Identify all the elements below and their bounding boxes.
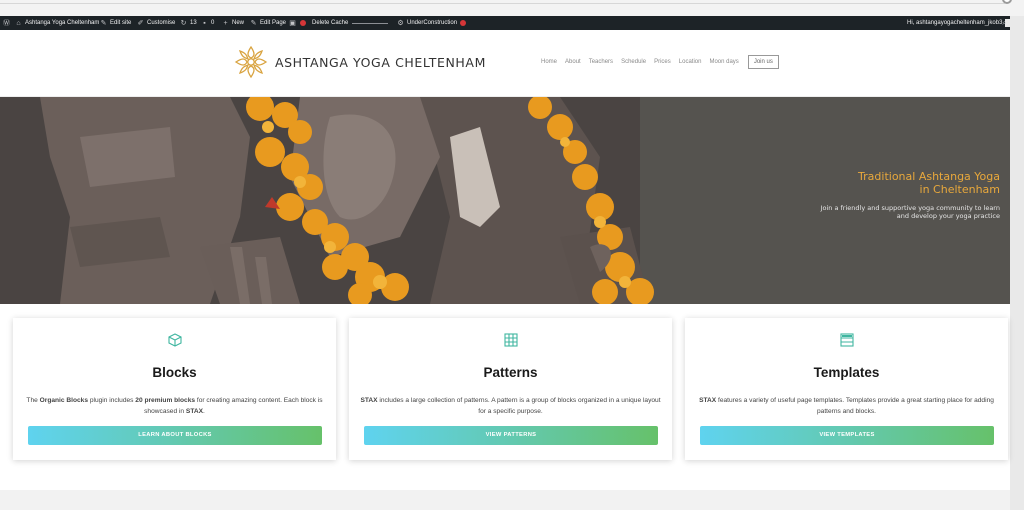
hero-title-line-1: Traditional Ashtanga Yoga: [858, 170, 1000, 183]
comments-count: 0: [211, 20, 215, 26]
hero-subtitle-line-2: and develop your yoga practice: [896, 212, 1000, 220]
hero-title-line-2: in Cheltenham: [919, 182, 1000, 196]
browser-top-strip: [0, 0, 1024, 16]
delete-cache-link[interactable]: Delete Cache: [312, 16, 348, 30]
construction-status-dot: [460, 20, 467, 26]
plus-icon: +: [223, 19, 228, 27]
admin-search-input[interactable]: [352, 22, 388, 24]
strip-divider: [0, 3, 1005, 4]
template-icon: [839, 333, 854, 347]
customise-link[interactable]: ✐ Customise: [137, 16, 176, 30]
grid-pattern-icon: [503, 333, 518, 347]
under-construction-link[interactable]: ⚙ UnderConstruction: [397, 16, 467, 30]
updates-link[interactable]: ↻ 13: [180, 16, 197, 30]
card-title: Patterns: [483, 365, 538, 380]
ganesha-statue-image: [0, 97, 1010, 304]
feature-cards-section: Blocks The Organic Blocks plugin include…: [0, 304, 1010, 490]
card-templates: Templates STAX features a variety of use…: [685, 318, 1008, 460]
hero-subtitle: Join a friendly and supportive yoga comm…: [760, 204, 1000, 220]
delete-cache-label: Delete Cache: [312, 20, 349, 26]
view-templates-button[interactable]: VIEW TEMPLATES: [700, 426, 994, 445]
account-menu[interactable]: Hi, ashtangayogacheltenham_jkob3: [907, 16, 1014, 30]
next-section-band: [0, 490, 1010, 510]
new-label: New: [232, 20, 245, 26]
refresh-icon: ↻: [180, 19, 187, 27]
cache-status: [300, 16, 306, 30]
wordpress-icon: Ⓦ: [3, 19, 10, 27]
card-patterns: Patterns STAX includes a large collectio…: [349, 318, 672, 460]
card-title: Templates: [813, 365, 880, 380]
admin-search-field[interactable]: [352, 16, 388, 30]
cache-icon-button[interactable]: ▣: [289, 16, 296, 30]
pencil-icon: ✎: [250, 19, 257, 27]
wp-admin-bar: Ⓦ ⌂ Ashtanga Yoga Cheltenham ✎ Edit site…: [0, 16, 1014, 30]
learn-about-blocks-button[interactable]: LEARN ABOUT BLOCKS: [28, 426, 322, 445]
edit-page-link[interactable]: ✎ Edit Page: [250, 16, 286, 30]
nav-moon-days[interactable]: Moon days: [709, 59, 738, 65]
nav-teachers[interactable]: Teachers: [589, 59, 613, 65]
greeting-label: Hi, ashtangayogacheltenham_jkob3: [907, 20, 1003, 26]
main-navigation: Home About Teachers Schedule Prices Loca…: [541, 55, 787, 69]
window-edge: [1010, 16, 1024, 510]
mandala-logo-icon: [234, 45, 268, 79]
logo-text: ASHTANGA YOGA CHELTENHAM: [275, 54, 486, 70]
nav-schedule[interactable]: Schedule: [621, 59, 646, 65]
nav-prices[interactable]: Prices: [654, 59, 671, 65]
new-content-menu[interactable]: + New: [222, 16, 244, 30]
cube-icon: [167, 333, 182, 347]
edit-site-label: Edit site: [110, 20, 132, 26]
site-header: ASHTANGA YOGA CHELTENHAM Home About Teac…: [0, 30, 1010, 97]
view-patterns-button[interactable]: VIEW PATTERNS: [364, 426, 658, 445]
updates-count: 13: [190, 20, 197, 26]
site-name-menu[interactable]: ⌂ Ashtanga Yoga Cheltenham: [15, 16, 99, 30]
hero-title: Traditional Ashtanga Yoga in Cheltenham: [780, 170, 1000, 196]
hero-subtitle-line-1: Join a friendly and supportive yoga comm…: [820, 204, 1000, 212]
under-construction-label: UnderConstruction: [407, 20, 458, 26]
card-title: Blocks: [152, 365, 197, 380]
nav-location[interactable]: Location: [679, 59, 702, 65]
gear-icon: ⚙: [397, 19, 404, 27]
join-us-button[interactable]: Join us: [747, 55, 779, 69]
pencil-icon: ✐: [137, 19, 144, 27]
site-name-label: Ashtanga Yoga Cheltenham: [25, 20, 100, 26]
site-logo[interactable]: ASHTANGA YOGA CHELTENHAM: [233, 44, 486, 80]
comment-icon: ▪: [203, 19, 206, 27]
card-description: STAX includes a large collection of patt…: [360, 397, 661, 415]
edit-site-link[interactable]: ✎ Edit site: [100, 16, 132, 30]
nav-about[interactable]: About: [565, 59, 581, 65]
database-icon: ▣: [289, 19, 296, 27]
comments-link[interactable]: ▪ 0: [201, 16, 214, 30]
search-icon: ⌕: [1002, 19, 1007, 27]
home-icon: ⌂: [16, 19, 21, 27]
wp-logo-menu[interactable]: Ⓦ: [3, 16, 10, 30]
cache-status-dot: [300, 20, 306, 26]
admin-search-toggle[interactable]: ⌕: [1001, 16, 1008, 30]
nav-home[interactable]: Home: [541, 59, 557, 65]
card-blocks: Blocks The Organic Blocks plugin include…: [13, 318, 336, 460]
edit-page-label: Edit Page: [260, 20, 287, 26]
card-description: The Organic Blocks plugin includes 20 pr…: [26, 397, 323, 415]
brush-icon: ✎: [100, 19, 107, 27]
customise-label: Customise: [147, 20, 176, 26]
hero-banner: Traditional Ashtanga Yoga in Cheltenham …: [0, 97, 1010, 304]
card-description: STAX features a variety of useful page t…: [699, 397, 994, 415]
